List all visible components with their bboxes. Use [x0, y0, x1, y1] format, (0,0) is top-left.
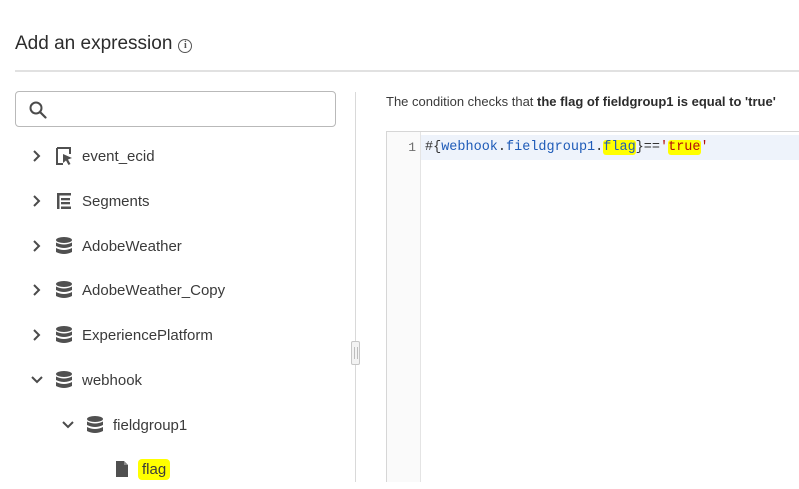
tree-item-experienceplatform[interactable]: ExperiencePlatform	[30, 315, 213, 355]
info-icon[interactable]: i	[178, 38, 193, 53]
token-literal: true	[668, 140, 701, 155]
resize-handle[interactable]	[351, 341, 360, 365]
condition-summary: the flag of fieldgroup1 is equal to 'tru…	[537, 94, 776, 109]
chevron-right-icon[interactable]	[30, 194, 44, 208]
condition-description: The condition checks that the flag of fi…	[386, 94, 776, 109]
tree-item-adobeweather-copy[interactable]: AdobeWeather_Copy	[30, 270, 225, 310]
tree-item-webhook[interactable]: webhook	[30, 360, 142, 400]
chevron-right-icon[interactable]	[30, 283, 44, 297]
file-icon	[112, 459, 132, 479]
database-icon	[54, 325, 74, 345]
line-gutter: 1	[387, 132, 421, 482]
token-close: }	[635, 140, 644, 155]
tree-item-label: AdobeWeather_Copy	[82, 281, 226, 299]
token-quote: '	[659, 140, 669, 155]
tree-item-fieldgroup1[interactable]: fieldgroup1	[61, 405, 187, 445]
title-divider	[15, 70, 799, 72]
database-icon	[54, 370, 74, 390]
tree-item-label: fieldgroup1	[113, 416, 188, 434]
token-dot: .	[497, 140, 507, 155]
token-group: fieldgroup1	[506, 140, 596, 155]
pointer-cursor-icon	[54, 146, 74, 166]
search-icon	[29, 101, 47, 119]
tree-item-label: ExperiencePlatform	[82, 326, 213, 344]
token-quote: '	[700, 140, 709, 155]
database-icon	[54, 280, 74, 300]
token-operator: ==	[643, 140, 660, 155]
database-icon	[85, 415, 105, 435]
tree-item-segments[interactable]: Segments	[30, 181, 150, 221]
chevron-down-icon[interactable]	[30, 373, 44, 387]
token-field: flag	[603, 140, 636, 155]
line-number: 1	[408, 140, 416, 155]
tree-item-label: event_ecid	[82, 147, 155, 165]
tree-item-adobeweather[interactable]: AdobeWeather	[30, 226, 182, 266]
condition-prefix: The condition checks that	[386, 94, 538, 109]
tree-item-label: webhook	[82, 371, 143, 389]
dialog-title-text: Add an expression	[15, 33, 173, 54]
list-tree-icon	[54, 191, 74, 211]
tree-item-label: AdobeWeather	[82, 237, 182, 255]
chevron-down-icon[interactable]	[61, 418, 75, 432]
dialog-title: Add an expression i	[15, 33, 193, 55]
token-open: #{	[425, 140, 442, 155]
tree-item-flag[interactable]: flag	[112, 449, 171, 489]
chevron-right-icon[interactable]	[30, 149, 44, 163]
code-line[interactable]: #{webhook.fieldgroup1.flag}=='true'	[421, 135, 799, 160]
tree-item-label: Segments	[82, 192, 150, 210]
tree-item-label: flag	[138, 458, 171, 480]
token-object: webhook	[441, 140, 498, 155]
tree-item-event-ecid[interactable]: event_ecid	[30, 136, 155, 176]
chevron-right-icon[interactable]	[30, 328, 44, 342]
search-input[interactable]	[60, 96, 334, 124]
pane-divider	[355, 92, 356, 482]
chevron-right-icon[interactable]	[30, 239, 44, 253]
database-icon	[54, 236, 74, 256]
search-field[interactable]	[15, 91, 336, 127]
expression-editor[interactable]: 1 #{webhook.fieldgroup1.flag}=='true'	[386, 131, 799, 482]
